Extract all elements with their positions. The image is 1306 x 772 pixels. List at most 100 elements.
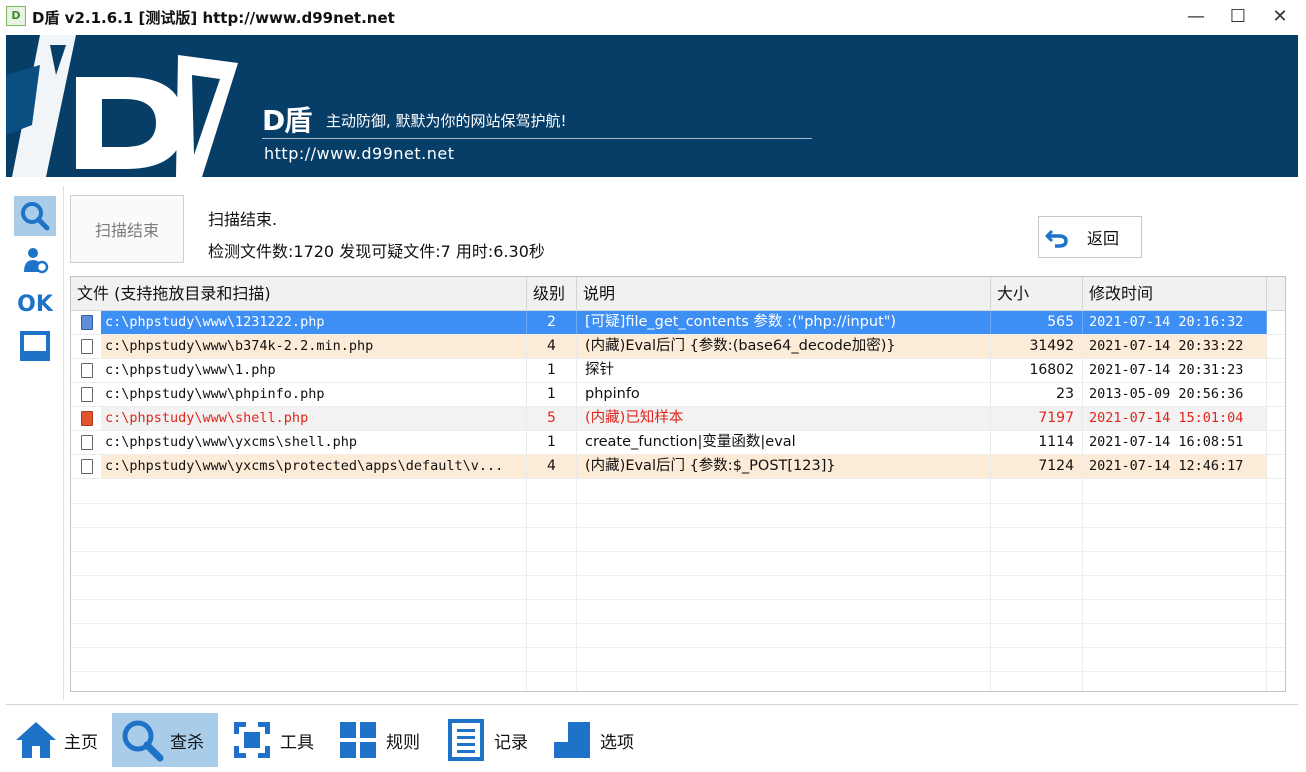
nav-log[interactable]: 记录 bbox=[436, 713, 536, 767]
maximize-button[interactable]: ☐ bbox=[1218, 4, 1258, 30]
table-row[interactable]: c:\phpstudy\www\yxcms\shell.php 1 create_f… bbox=[71, 431, 1285, 455]
nav-tools-label: 工具 bbox=[280, 732, 314, 753]
empty-row-line bbox=[71, 551, 1285, 552]
cell-level: 2 bbox=[527, 311, 577, 334]
file-icon-gutter bbox=[71, 383, 101, 406]
cell-file: c:\phpstudy\www\b374k-2.2.min.php bbox=[101, 335, 527, 358]
back-button[interactable]: 返回 bbox=[1038, 216, 1142, 258]
cell-desc: 探针 bbox=[577, 359, 991, 382]
nav-rules-label: 规则 bbox=[386, 732, 420, 753]
empty-row-line bbox=[71, 575, 1285, 576]
search-icon bbox=[21, 202, 50, 231]
banner-url[interactable]: http://www.d99net.net bbox=[264, 144, 455, 163]
cell-size: 7197 bbox=[991, 407, 1083, 430]
column-header-file[interactable]: 文件 (支持拖放目录和扫描) bbox=[71, 277, 527, 310]
cell-time: 2021-07-14 20:31:23 bbox=[1083, 359, 1267, 382]
cell-size: 1114 bbox=[991, 431, 1083, 454]
file-icon-gutter bbox=[71, 359, 101, 382]
nav-options-label: 选项 bbox=[600, 732, 634, 753]
table-row[interactable]: c:\phpstudy\www\shell.php 5 (内藏)已知样本 7197 20… bbox=[71, 407, 1285, 431]
file-icon-gutter bbox=[71, 455, 101, 478]
cell-file: c:\phpstudy\www\phpinfo.php bbox=[101, 383, 527, 406]
side-process-button[interactable] bbox=[14, 240, 56, 280]
cell-level: 1 bbox=[527, 383, 577, 406]
empty-row-line bbox=[71, 503, 1285, 504]
d-shield-logo-icon bbox=[6, 35, 238, 177]
tools-icon bbox=[234, 722, 270, 758]
nav-home-label: 主页 bbox=[64, 732, 98, 753]
table-row[interactable]: c:\phpstudy\www\1231222.php 2 [可疑]file_get… bbox=[71, 311, 1285, 335]
slogan-text: 主动防御, 默默为你的网站保驾护航! bbox=[326, 112, 567, 130]
file-icon bbox=[81, 411, 93, 426]
search-icon bbox=[122, 720, 164, 762]
empty-row-line bbox=[71, 623, 1285, 624]
cell-level: 5 bbox=[527, 407, 577, 430]
app-icon: D bbox=[6, 6, 26, 26]
nav-home[interactable]: 主页 bbox=[6, 713, 106, 767]
table-header: 文件 (支持拖放目录和扫描) 级别 说明 大小 修改时间 bbox=[71, 277, 1285, 311]
empty-row-line bbox=[71, 527, 1285, 528]
file-icon bbox=[81, 459, 93, 474]
cell-size: 31492 bbox=[991, 335, 1083, 358]
column-header-size[interactable]: 大小 bbox=[991, 277, 1083, 310]
back-button-label: 返回 bbox=[1087, 229, 1120, 248]
file-icon bbox=[81, 339, 93, 354]
column-header-desc[interactable]: 说明 bbox=[577, 277, 991, 310]
cell-file: c:\phpstudy\www\yxcms\protected\apps\def… bbox=[101, 455, 527, 478]
cell-desc: phpinfo bbox=[577, 383, 991, 406]
nav-scan[interactable]: 查杀 bbox=[112, 713, 218, 767]
empty-row-line bbox=[71, 647, 1285, 648]
home-icon bbox=[16, 722, 56, 758]
cell-time: 2021-07-14 15:01:04 bbox=[1083, 407, 1267, 430]
column-header-level[interactable]: 级别 bbox=[527, 277, 577, 310]
file-icon bbox=[81, 315, 93, 330]
cell-file: c:\phpstudy\www\yxcms\shell.php bbox=[101, 431, 527, 454]
banner-divider bbox=[262, 138, 812, 139]
cell-level: 4 bbox=[527, 335, 577, 358]
cell-level: 1 bbox=[527, 431, 577, 454]
table-row[interactable]: c:\phpstudy\www\b374k-2.2.min.php 4 (内藏)Ev… bbox=[71, 335, 1285, 359]
banner: D盾 主动防御, 默默为你的网站保驾护航! http://www.d99net.… bbox=[6, 35, 1298, 177]
cell-desc: [可疑]file_get_contents 参数 :("php://input"… bbox=[577, 311, 991, 334]
cell-time: 2013-05-09 20:56:36 bbox=[1083, 383, 1267, 406]
cell-level: 1 bbox=[527, 359, 577, 382]
table-row[interactable]: c:\phpstudy\www\1.php 1 探针 16802 2021-07-14 … bbox=[71, 359, 1285, 383]
cell-file: c:\phpstudy\www\1231222.php bbox=[101, 311, 527, 334]
cell-level: 4 bbox=[527, 455, 577, 478]
log-icon bbox=[448, 719, 484, 761]
minimize-button[interactable]: — bbox=[1176, 4, 1216, 30]
file-icon-gutter bbox=[71, 407, 101, 430]
side-ok-button[interactable]: OK bbox=[14, 284, 56, 324]
cell-file: c:\phpstudy\www\1.php bbox=[101, 359, 527, 382]
options-icon bbox=[554, 722, 590, 758]
nav-rules[interactable]: 规则 bbox=[328, 713, 428, 767]
scan-end-button[interactable]: 扫描结束 bbox=[70, 195, 184, 263]
file-icon bbox=[81, 387, 93, 402]
cell-size: 7124 bbox=[991, 455, 1083, 478]
side-scan-button[interactable] bbox=[14, 196, 56, 236]
left-divider bbox=[63, 186, 64, 700]
scan-summary-text: 检测文件数:1720 发现可疑文件:7 用时:6.30秒 bbox=[208, 242, 545, 261]
cell-desc: (内藏)已知样本 bbox=[577, 407, 991, 430]
nav-tools[interactable]: 工具 bbox=[222, 713, 322, 767]
file-icon bbox=[81, 435, 93, 450]
file-icon bbox=[81, 363, 93, 378]
cell-file: c:\phpstudy\www\shell.php bbox=[101, 407, 527, 430]
column-header-spacer bbox=[1267, 277, 1285, 310]
cell-desc: (内藏)Eval后门 {参数:(base64_decode加密)} bbox=[577, 335, 991, 358]
file-icon-gutter bbox=[71, 431, 101, 454]
cell-size: 565 bbox=[991, 311, 1083, 334]
side-window-button[interactable] bbox=[14, 326, 56, 366]
table-row[interactable]: c:\phpstudy\www\yxcms\protected\apps\def… bbox=[71, 455, 1285, 479]
results-table: 文件 (支持拖放目录和扫描) 级别 说明 大小 修改时间 c:\phpstudy… bbox=[70, 276, 1286, 692]
undo-arrow-icon bbox=[1045, 229, 1068, 248]
file-icon-gutter bbox=[71, 335, 101, 358]
column-header-time[interactable]: 修改时间 bbox=[1083, 277, 1267, 310]
user-gear-icon bbox=[24, 248, 49, 274]
table-row[interactable]: c:\phpstudy\www\phpinfo.php 1 phpinfo 23 201… bbox=[71, 383, 1285, 407]
rules-icon bbox=[340, 722, 376, 758]
empty-row-line bbox=[71, 599, 1285, 600]
scan-status-text: 扫描结束. bbox=[208, 210, 278, 229]
nav-options[interactable]: 选项 bbox=[542, 713, 642, 767]
close-button[interactable]: ✕ bbox=[1260, 4, 1300, 30]
